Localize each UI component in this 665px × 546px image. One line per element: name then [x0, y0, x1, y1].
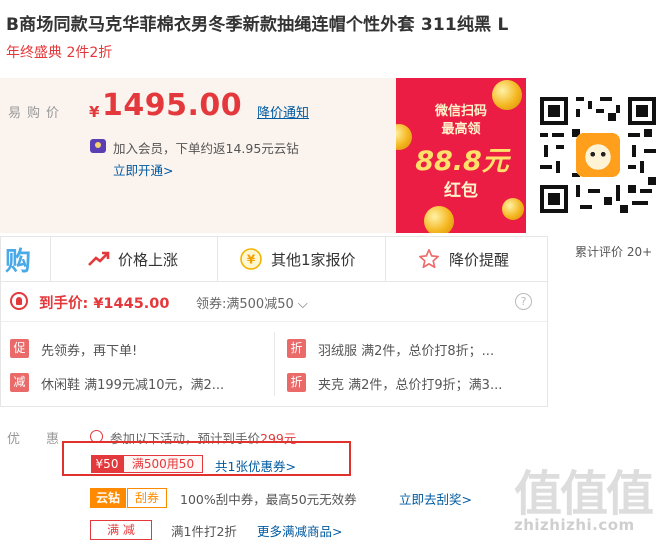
scratch-tag: 刮券: [127, 488, 167, 508]
member-cashback-text: 加入会员，下单约返14.95元云钻: [113, 141, 299, 156]
deal-text[interactable]: 夹克 满2件，总价打9折；满3...: [318, 374, 502, 393]
qr-code-icon[interactable]: [540, 96, 656, 214]
yen-coin-icon: ¥: [240, 248, 262, 270]
svg-text:¥: ¥: [247, 253, 256, 267]
bell-icon: [10, 292, 28, 310]
gold-coin-icon: [424, 206, 454, 233]
promo-amount: 88.8元: [415, 146, 509, 177]
promo-subtitle[interactable]: 年终盛典 2件2折: [6, 42, 112, 62]
tab-label: 降价提醒: [449, 250, 510, 269]
coupon-amount[interactable]: ¥50: [91, 455, 123, 473]
price-notify-link[interactable]: 降价通知: [257, 102, 309, 121]
promo-line-2: 最高领: [441, 122, 481, 137]
gold-coin-icon: [502, 198, 524, 220]
divider: [50, 236, 51, 282]
tab-other-quotes[interactable]: ¥ 其他1家报价: [240, 236, 356, 282]
star-icon: [419, 249, 439, 269]
scratch-text: 100%刮中券，最高50元无效券: [180, 492, 357, 507]
review-count[interactable]: 累计评价 20+: [575, 243, 652, 260]
divider: [274, 332, 275, 396]
vip-crown-icon: [90, 139, 106, 153]
scratch-link[interactable]: 立即去刮奖>: [399, 489, 472, 508]
trend-up-icon: [88, 251, 110, 266]
deal-tag: 促: [10, 339, 29, 358]
gou-logo-icon: 购: [5, 247, 32, 277]
price-label: 易购价: [8, 106, 66, 121]
coupon-dropdown[interactable]: 领券:满500减50 ⌵: [196, 293, 308, 312]
tab-price-alert[interactable]: 降价提醒: [418, 236, 509, 282]
deal-text[interactable]: 羽绒服 满2件，总价打8折；...: [318, 340, 494, 359]
coupon-rule[interactable]: 满500用50: [123, 455, 203, 473]
coupon-count-link[interactable]: 共1张优惠券>: [215, 456, 296, 475]
currency-symbol: ¥: [89, 103, 100, 121]
watermark-logo: 值值值: [514, 466, 654, 522]
deal-tag: 折: [287, 373, 306, 392]
deal-tag: 折: [287, 339, 306, 358]
divider: [385, 236, 386, 282]
product-title: B商场同款马克华菲棉衣男冬季新款抽绳连帽个性外套 311纯黑 L: [6, 15, 509, 35]
open-membership-link[interactable]: 立即开通>: [113, 160, 173, 179]
full-discount-text: 满1件打2折: [171, 524, 237, 539]
promo-line-4: 红包: [444, 181, 478, 201]
full-discount-tag: 满 减: [90, 520, 152, 540]
current-price: 1495.00: [102, 88, 243, 123]
deal-text[interactable]: 先领券，再下单!: [41, 340, 137, 359]
deal-tag: 减: [10, 373, 29, 392]
tab-price-rise[interactable]: 价格上涨: [88, 236, 178, 282]
final-price-label: 到手价: ¥1445.00: [39, 296, 170, 312]
help-icon[interactable]: ?: [515, 293, 532, 310]
more-discount-link[interactable]: 更多满减商品>: [257, 521, 342, 540]
tab-label: 其他1家报价: [271, 250, 356, 269]
watermark-domain: zhizhizhi.com: [514, 516, 635, 534]
promo-line-1: 微信扫码: [434, 104, 487, 119]
yunzuan-tag: 云钻: [90, 488, 126, 508]
divider: [217, 236, 218, 282]
deal-text[interactable]: 休闲鞋 满199元减10元，满2...: [41, 374, 224, 393]
tab-label: 价格上涨: [118, 250, 179, 269]
